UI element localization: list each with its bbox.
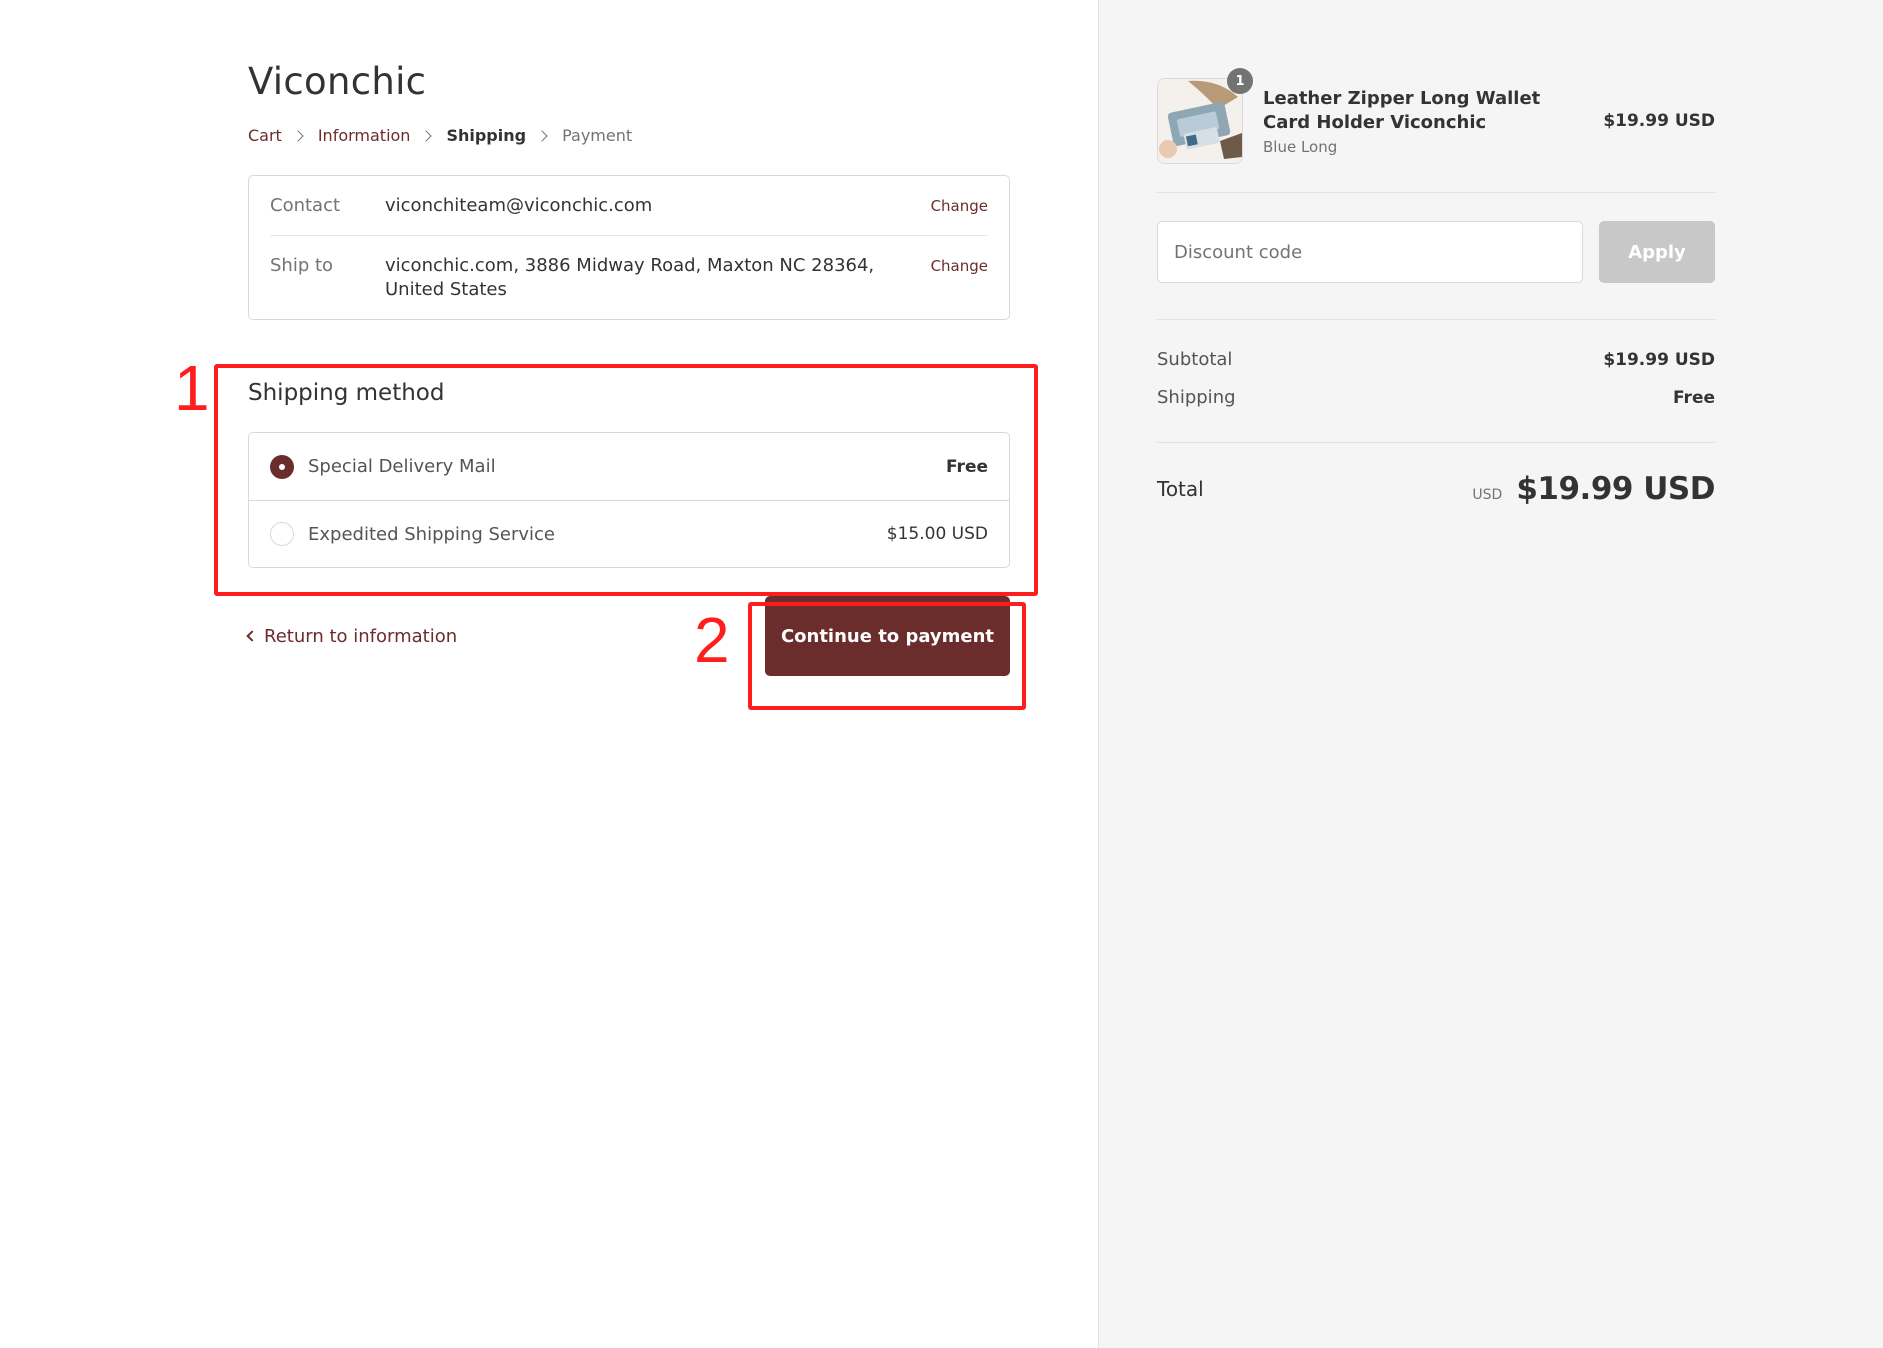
product-thumbnail: 1 xyxy=(1157,68,1253,164)
quantity-badge: 1 xyxy=(1227,68,1253,94)
totals-breakdown: Subtotal $19.99 USD Shipping Free xyxy=(1157,320,1715,443)
order-summary-sidebar: 1 Leather Zipper Long Wallet Card Holder… xyxy=(1098,0,1883,1348)
return-to-information-link[interactable]: Return to information xyxy=(246,625,458,647)
checkout-main: Viconchic Cart Information Shipping Paym… xyxy=(0,0,1098,1348)
product-line-item: 1 Leather Zipper Long Wallet Card Holder… xyxy=(1157,68,1715,193)
checkout-page: Viconchic Cart Information Shipping Paym… xyxy=(0,0,1883,1348)
subtotal-label: Subtotal xyxy=(1157,349,1233,370)
contact-value: viconchiteam@viconchic.com xyxy=(385,195,653,217)
discount-code-input[interactable] xyxy=(1157,221,1583,283)
product-price: $19.99 USD xyxy=(1603,111,1715,131)
shipping-label: Shipping xyxy=(1157,387,1236,408)
subtotal-value: $19.99 USD xyxy=(1603,350,1715,370)
total-label: Total xyxy=(1157,477,1204,501)
total-amount: USD $19.99 USD xyxy=(1472,471,1715,507)
breadcrumb-information[interactable]: Information xyxy=(318,126,411,145)
chevron-right-icon xyxy=(536,130,548,142)
shipping-line: Shipping Free xyxy=(1157,386,1715,410)
discount-section: Apply xyxy=(1157,193,1715,320)
breadcrumb-shipping: Shipping xyxy=(446,126,527,146)
chevron-right-icon xyxy=(420,130,433,142)
store-title[interactable]: Viconchic xyxy=(248,60,1010,104)
ship-to-label: Ship to xyxy=(270,255,334,277)
return-link-label: Return to information xyxy=(264,625,458,647)
annotation-box-2 xyxy=(748,602,1026,710)
chevron-right-icon xyxy=(292,130,304,142)
total-value: $19.99 USD xyxy=(1516,471,1715,507)
wallet-image xyxy=(1158,79,1242,163)
product-name: Leather Zipper Long Wallet Card Holder V… xyxy=(1263,87,1541,133)
ship-to-value: viconchic.com, 3886 Midway Road, Maxton … xyxy=(385,255,875,301)
breadcrumb-payment: Payment xyxy=(562,126,633,146)
product-variant: Blue Long xyxy=(1263,137,1338,156)
review-contact-row: Contact viconchiteam@viconchic.com Chang… xyxy=(270,176,988,235)
chevron-left-icon xyxy=(246,630,258,643)
apply-discount-button[interactable]: Apply xyxy=(1599,221,1715,283)
review-block: Contact viconchiteam@viconchic.com Chang… xyxy=(248,175,1010,321)
review-ship-to-row: Ship to viconchic.com, 3886 Midway Road,… xyxy=(270,235,988,319)
subtotal-line: Subtotal $19.99 USD xyxy=(1157,348,1715,372)
wallet-illustration-icon xyxy=(1158,79,1242,163)
product-info: Leather Zipper Long Wallet Card Holder V… xyxy=(1263,87,1603,156)
annotation-box-1 xyxy=(214,364,1038,596)
order-summary: 1 Leather Zipper Long Wallet Card Holder… xyxy=(1157,68,1715,507)
change-contact-link[interactable]: Change xyxy=(931,194,988,218)
annotation-number-1: 1 xyxy=(174,352,210,424)
breadcrumb-cart[interactable]: Cart xyxy=(248,126,282,145)
total-line: Total USD $19.99 USD xyxy=(1157,443,1715,507)
change-ship-to-link[interactable]: Change xyxy=(931,254,988,278)
contact-label: Contact xyxy=(270,195,341,217)
annotation-number-2: 2 xyxy=(694,604,730,676)
shipping-value: Free xyxy=(1673,388,1715,408)
breadcrumb: Cart Information Shipping Payment xyxy=(248,126,1010,145)
total-currency: USD xyxy=(1472,487,1503,503)
